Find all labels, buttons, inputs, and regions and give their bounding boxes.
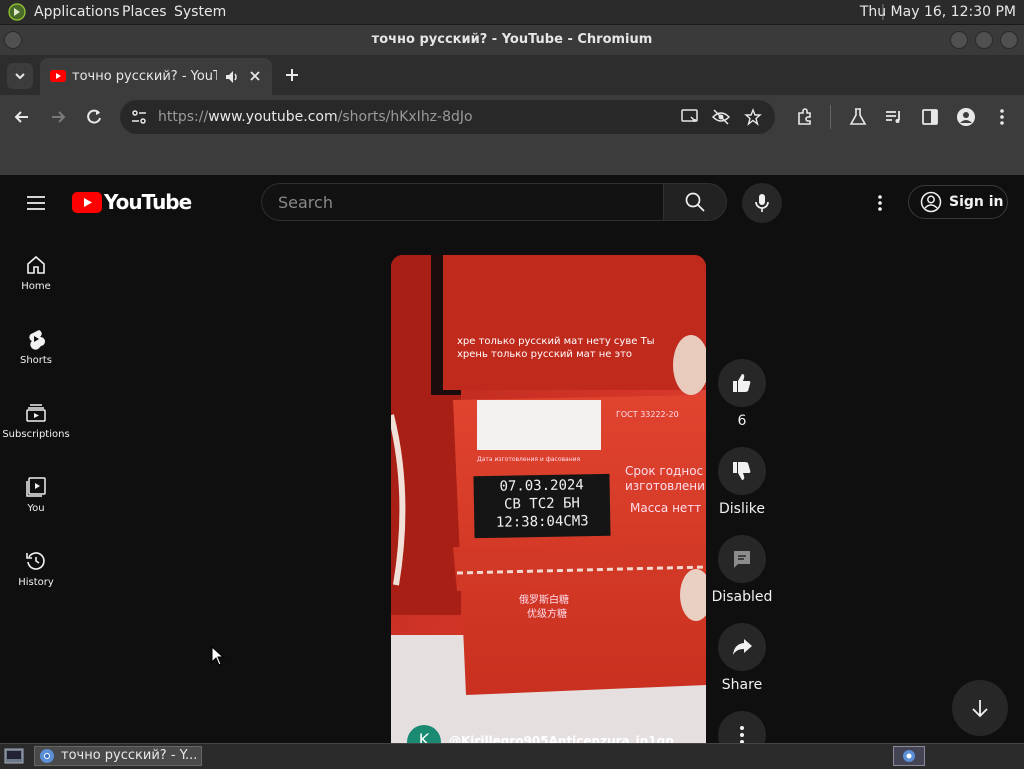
hamburger-menu-icon[interactable] <box>24 191 48 215</box>
youtube-logo-icon <box>72 192 102 213</box>
mouse-cursor-icon <box>211 646 225 666</box>
package-weight-label: Масса нетт <box>630 501 702 515</box>
comment-icon <box>734 551 750 568</box>
sign-in-label: Sign in <box>949 194 1004 210</box>
package-date-stamp: 07.03.2024 СВ ТС2 БН 12:38:04СМЗ <box>473 473 611 539</box>
dislike-label: Dislike <box>719 501 765 517</box>
forward-icon[interactable] <box>48 107 68 127</box>
profile-icon[interactable] <box>956 107 976 127</box>
sidebar-item-history[interactable]: History <box>0 549 72 619</box>
menu-system[interactable]: System <box>174 4 226 20</box>
chromium-icon <box>40 749 54 763</box>
distro-logo-icon[interactable] <box>8 3 26 21</box>
taskbar-window-label: точно русский? - Y... <box>61 748 198 763</box>
youtube-header: YouTube Search Sign in <box>0 175 1024 231</box>
bookmarks-bar <box>0 139 1024 176</box>
sidebar-item-shorts[interactable]: Shorts <box>0 327 72 397</box>
sidebar-item-label: Home <box>21 281 51 292</box>
home-icon <box>24 253 48 277</box>
taskbar-window-item[interactable]: точно русский? - Y... <box>34 746 202 766</box>
video-caption: хре только русский мат нету суве Ты хрен… <box>457 336 655 360</box>
settings-more-icon[interactable] <box>870 193 890 213</box>
microphone-icon <box>755 194 769 212</box>
thumbs-up-icon <box>733 374 751 392</box>
search-input[interactable]: Search <box>261 183 663 221</box>
speaker-icon[interactable] <box>224 69 240 85</box>
dislike-button[interactable] <box>718 447 766 495</box>
clock[interactable]: Thu May 16, 12:30 PM <box>860 4 1016 20</box>
tab-title: точно русский? - YouTube <box>72 69 217 84</box>
shorts-video-player[interactable]: хре только русский мат нету суве Ты хрен… <box>391 255 706 750</box>
close-tab-icon[interactable] <box>248 69 262 83</box>
share-button[interactable] <box>718 623 766 671</box>
package-chinese-text-1: 俄罗斯白糖 <box>519 595 569 606</box>
browser-toolbar: https://www.youtube.com/shorts/hKxIhz-8d… <box>0 95 1024 139</box>
minimize-button[interactable] <box>950 31 968 49</box>
sidebar-item-home[interactable]: Home <box>0 253 72 323</box>
os-taskbar: точно русский? - Y... <box>0 743 1024 769</box>
tab-search-button[interactable] <box>7 63 33 89</box>
chevron-down-icon <box>15 73 25 80</box>
url-text[interactable]: https://www.youtube.com/shorts/hKxIhz-8d… <box>158 109 473 125</box>
sidebar-item-you[interactable]: You <box>0 475 72 545</box>
extensions-icon[interactable] <box>795 107 815 127</box>
workspace-chromium-icon <box>903 750 915 762</box>
youtube-favicon-icon <box>50 70 66 82</box>
comments-label: Disabled <box>711 589 773 605</box>
search-icon <box>685 192 705 212</box>
package-shelf-life: Срок годнос <box>625 464 704 478</box>
history-icon <box>24 549 48 573</box>
package-made-label: изготовлени <box>625 479 705 493</box>
new-tab-icon[interactable] <box>283 66 301 84</box>
window-titlebar[interactable]: точно русский? - YouTube - Chromium <box>0 25 1024 55</box>
show-desktop-icon[interactable] <box>4 748 24 764</box>
os-top-panel: Applications Places System Thu May 16, 1… <box>0 0 1024 25</box>
package-chinese-text-2: 优级方糖 <box>527 609 567 620</box>
you-icon <box>24 475 48 499</box>
side-panel-icon[interactable] <box>920 107 940 127</box>
tab-youtube[interactable]: точно русский? - YouTube <box>40 58 272 95</box>
comments-button[interactable] <box>718 535 766 583</box>
like-button[interactable] <box>718 359 766 407</box>
media-queue-icon[interactable] <box>884 107 904 127</box>
share-icon <box>733 639 752 655</box>
reload-icon[interactable] <box>84 107 104 127</box>
search-placeholder: Search <box>278 193 333 212</box>
youtube-logo-text: YouTube <box>104 190 192 214</box>
like-count: 6 <box>737 413 747 429</box>
bookmark-star-icon[interactable] <box>744 108 762 126</box>
toolbar-separator <box>830 105 831 129</box>
labs-flask-icon[interactable] <box>848 107 868 127</box>
menu-places[interactable]: Places <box>122 4 167 20</box>
tab-strip: точно русский? - YouTube <box>0 55 1024 95</box>
site-settings-icon[interactable] <box>130 109 148 125</box>
account-circle-icon <box>920 191 942 213</box>
sidebar-item-label: History <box>18 577 54 588</box>
sidebar-item-label: Subscriptions <box>2 429 70 440</box>
voice-search-button[interactable] <box>742 183 782 223</box>
sign-in-button[interactable]: Sign in <box>908 185 1008 219</box>
browser-menu-icon[interactable] <box>992 107 1012 127</box>
eye-slash-icon[interactable] <box>711 108 731 126</box>
back-icon[interactable] <box>12 107 32 127</box>
package-date-label: Дата изготовления и фасования <box>477 456 581 463</box>
shorts-icon <box>24 327 48 351</box>
next-video-button[interactable] <box>952 680 1008 736</box>
workspace-switcher[interactable] <box>893 746 925 766</box>
sidebar-item-subscriptions[interactable]: Subscriptions <box>0 401 72 471</box>
arrow-down-icon <box>972 700 988 718</box>
menu-applications[interactable]: Applications <box>34 4 120 20</box>
close-window-button[interactable] <box>1000 31 1018 49</box>
share-label: Share <box>721 677 763 693</box>
package-gost-text: ГОСТ 33222-20 <box>616 410 679 419</box>
sidebar-item-label: You <box>27 503 45 514</box>
subscriptions-icon <box>24 401 48 425</box>
maximize-button[interactable] <box>975 31 993 49</box>
cast-icon[interactable] <box>680 108 700 126</box>
window-title: точно русский? - YouTube - Chromium <box>371 32 653 47</box>
address-bar[interactable]: https://www.youtube.com/shorts/hKxIhz-8d… <box>120 100 775 134</box>
search-button[interactable] <box>663 183 727 221</box>
sidebar-item-label: Shorts <box>19 355 53 366</box>
thumbs-down-icon <box>733 462 751 480</box>
